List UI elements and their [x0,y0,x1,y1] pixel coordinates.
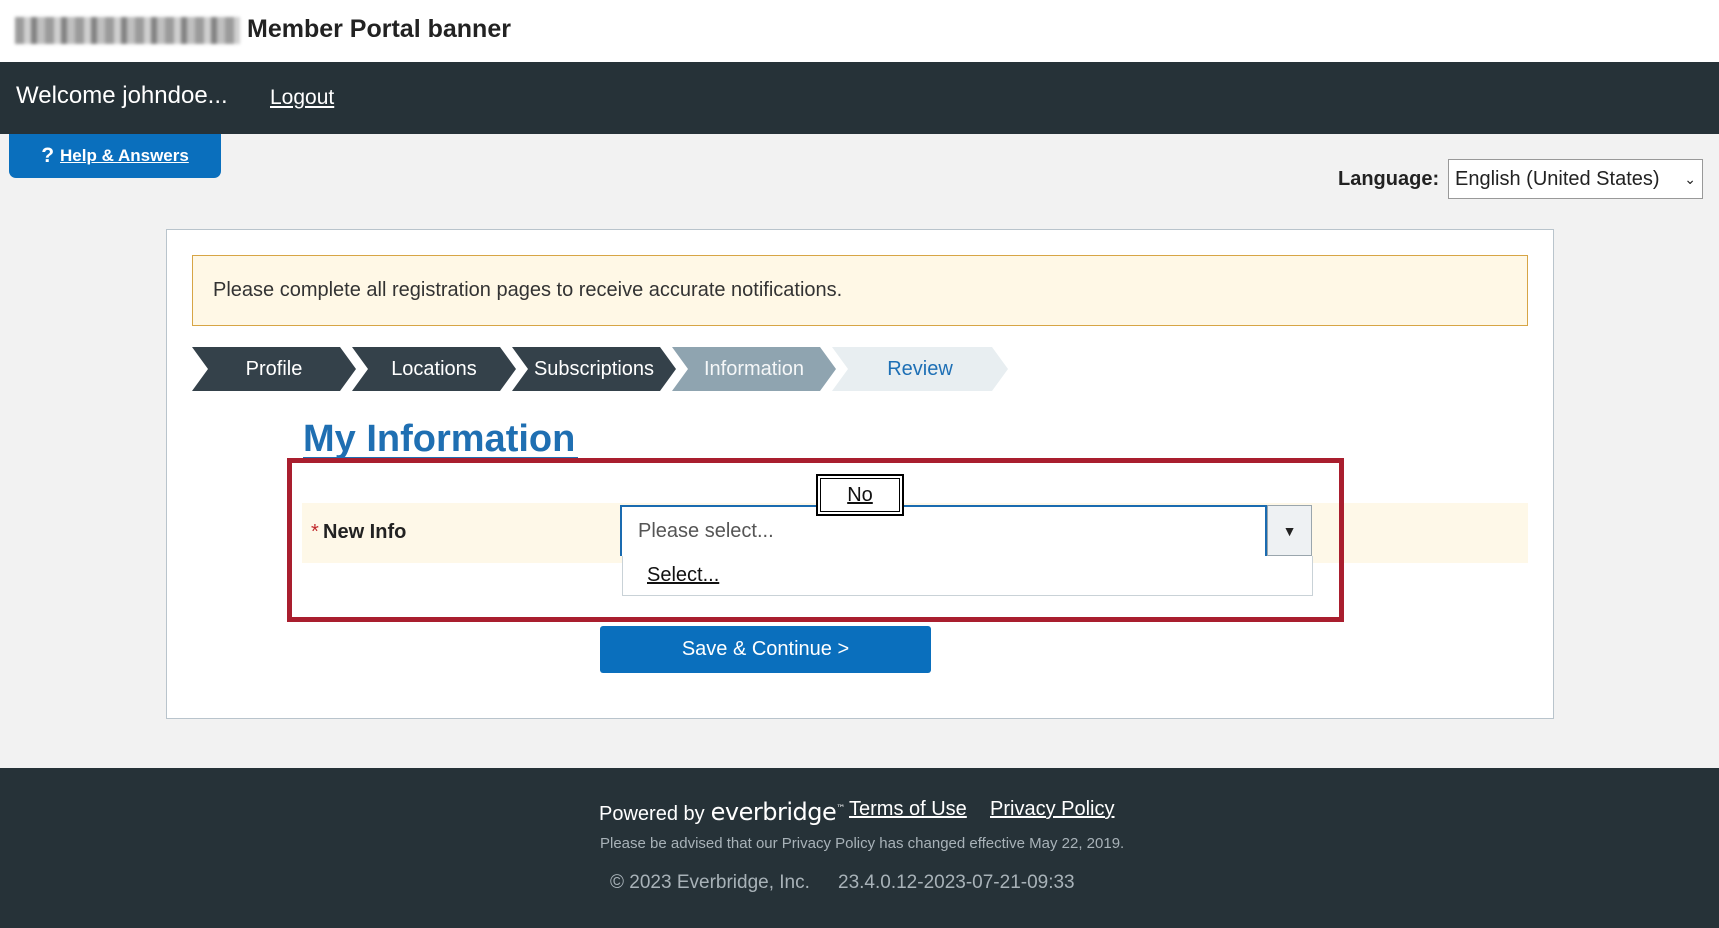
trademark-mark: ™ [836,804,845,814]
step-review[interactable]: Review [832,347,1008,391]
new-info-dropdown-list: Select... [622,556,1313,596]
new-info-label: New Info [323,521,407,543]
copyright: © 2023 Everbridge, Inc. [610,872,810,893]
help-answers-button[interactable]: ? Help & Answers [9,134,221,178]
required-marker: * [311,521,319,543]
language-selected-value: English (United States) [1455,167,1660,190]
save-continue-button[interactable]: Save & Continue > [600,626,931,673]
privacy-advisory: Please be advised that our Privacy Polic… [600,835,1125,852]
notice-text: Please complete all registration pages t… [213,279,843,301]
powered-by: Powered by everbridge™ [599,798,845,826]
dropdown-option-select[interactable]: Select... [647,564,719,587]
question-mark-icon: ? [41,144,55,167]
step-locations[interactable]: Locations [352,347,516,391]
header-bar: Welcome johndoe... Logout [0,62,1719,134]
select-placeholder: Please select... [638,520,774,542]
page-title: My Information [303,418,576,460]
title-underline [303,457,578,459]
logout-link[interactable]: Logout [270,86,334,110]
chevron-down-icon: ⌄ [1684,170,1696,187]
everbridge-brand-text: everbridge [710,798,837,826]
banner-title: Member Portal banner [247,15,511,43]
top-banner: Member Portal banner [0,0,1719,62]
new-info-input[interactable]: Please select... [620,505,1267,556]
no-option-button[interactable]: No [816,474,904,516]
footer: Powered by everbridge™ Terms of Use Priv… [0,768,1719,928]
registration-notice: Please complete all registration pages t… [192,255,1528,326]
version-string: 23.4.0.12-2023-07-21-09:33 [838,872,1075,893]
language-select[interactable]: English (United States) ⌄ [1448,159,1703,199]
privacy-policy-link[interactable]: Privacy Policy [990,798,1114,821]
step-subscriptions[interactable]: Subscriptions [512,347,676,391]
language-label: Language: [1338,168,1440,190]
terms-of-use-link[interactable]: Terms of Use [849,798,967,821]
help-answers-label[interactable]: Help & Answers [60,146,189,166]
powered-by-label: Powered by [599,803,705,825]
step-profile[interactable]: Profile [192,347,356,391]
select-toggle-button[interactable]: ▼ [1267,505,1312,556]
new-info-select[interactable]: Please select... ▼ [620,505,1315,556]
step-information[interactable]: Information [672,347,836,391]
no-option-label: No [847,483,873,506]
everbridge-logo: everbridge™ [710,798,846,826]
caret-down-icon: ▼ [1282,522,1297,539]
banner-logo [15,17,240,44]
welcome-text: Welcome johndoe... [16,82,228,109]
